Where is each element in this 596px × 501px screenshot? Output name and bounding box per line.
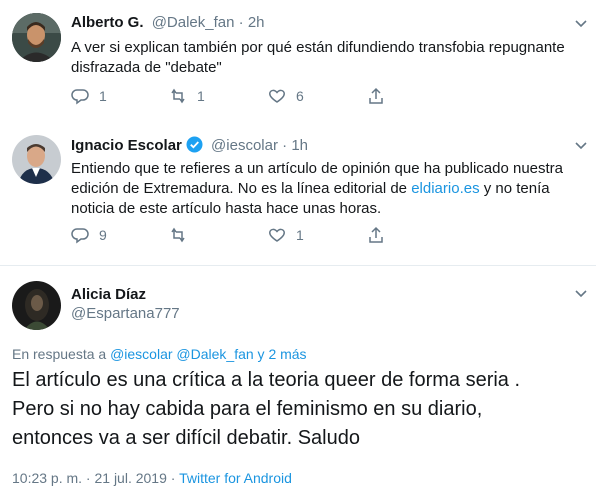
reply-prefix: En respuesta a: [12, 346, 107, 362]
reply-icon: [71, 228, 89, 244]
share-button[interactable]: [367, 87, 385, 105]
tweet-text-line: disfrazada de "debate": [71, 59, 222, 76]
share-button[interactable]: [367, 226, 385, 244]
retweet-button[interactable]: 1: [169, 87, 205, 105]
reply-to-link[interactable]: @iescolar @Dalek_fan y 2 más: [110, 346, 307, 362]
separator-dot: ·: [282, 137, 288, 154]
tweet-text-line: noticia de este artículo hasta hace unas…: [71, 200, 382, 217]
avatar-ignacio[interactable]: [12, 135, 61, 184]
tweet-text-line: entonces va a ser difícil debatir. Salud…: [12, 427, 360, 449]
tweet-text-line: El artículo es una crítica a la teoria q…: [12, 369, 521, 391]
like-button[interactable]: 6: [268, 87, 304, 105]
retweet-icon: [171, 227, 185, 243]
tweet-time[interactable]: 2h: [248, 14, 265, 31]
chevron-down-icon[interactable]: [574, 141, 588, 151]
tweet-text-line: edición de Extremadura. No es la línea e…: [71, 179, 563, 199]
share-icon: [369, 87, 383, 104]
reply-button[interactable]: 9: [71, 226, 107, 244]
author-handle[interactable]: @iescolar: [211, 137, 278, 154]
retweet-count: 1: [197, 88, 205, 104]
tweet-text-line: Entiendo que te refieres a un artículo d…: [71, 160, 564, 177]
reply-count: 1: [99, 88, 107, 104]
tweet-text-fragment: edición de Extremadura. No es la línea e…: [71, 180, 412, 197]
like-count: 6: [296, 88, 304, 104]
tweet-text-fragment: y no tenía: [479, 180, 550, 197]
reply-icon: [71, 89, 89, 105]
like-button[interactable]: 1: [268, 226, 304, 244]
separator-dot: ·: [238, 14, 244, 31]
author-name[interactable]: Ignacio Escolar: [71, 137, 182, 154]
author-name[interactable]: Alberto G.: [71, 14, 144, 31]
tweet-time[interactable]: 1h: [291, 137, 308, 154]
like-icon: [269, 89, 285, 103]
avatar-alicia[interactable]: [12, 281, 61, 330]
chevron-down-icon[interactable]: [574, 289, 588, 299]
author-handle[interactable]: @Dalek_fan: [152, 14, 235, 31]
chevron-down-icon[interactable]: [574, 19, 588, 29]
author-handle[interactable]: @Espartana777: [71, 305, 180, 322]
share-icon: [369, 226, 383, 243]
retweet-icon: [171, 88, 185, 104]
verified-badge-icon: [186, 136, 203, 153]
like-count: 1: [296, 227, 304, 243]
avatar-alberto[interactable]: [12, 13, 61, 62]
divider: [0, 265, 596, 266]
reply-count: 9: [99, 227, 107, 243]
eldiario-link[interactable]: eldiario.es: [411, 180, 479, 197]
retweet-button[interactable]: [169, 226, 187, 244]
tweet-text-line: A ver si explican también por qué están …: [71, 39, 565, 56]
reply-button[interactable]: 1: [71, 87, 107, 105]
tweet-text-line: Pero si no hay cabida para el feminismo …: [12, 398, 483, 420]
source-link[interactable]: Twitter for Android: [179, 470, 292, 486]
like-icon: [269, 228, 285, 242]
author-name[interactable]: Alicia Díaz: [71, 286, 146, 303]
tweet-timestamp[interactable]: 10:23 p. m. · 21 jul. 2019 ·: [12, 470, 179, 486]
